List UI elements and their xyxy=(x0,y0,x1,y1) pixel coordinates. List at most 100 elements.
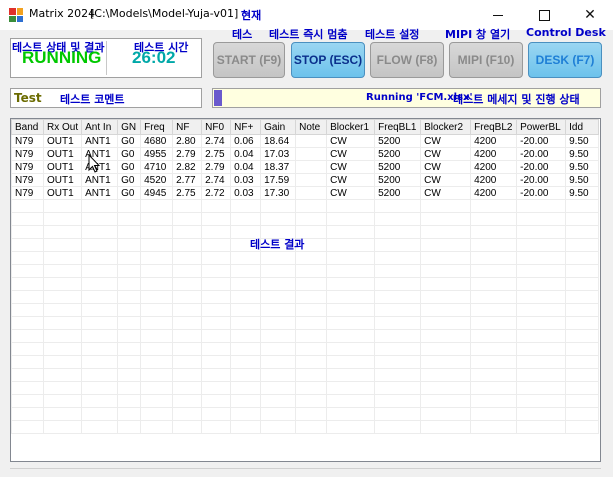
stop-button[interactable]: STOP (ESC) xyxy=(291,42,365,78)
empty-row xyxy=(11,316,600,330)
empty-row xyxy=(11,199,600,213)
empty-cell xyxy=(42,355,83,369)
empty-cell xyxy=(230,368,262,382)
mipi-button[interactable]: MIPI (F10) xyxy=(449,42,523,78)
empty-cell xyxy=(565,290,600,304)
table-cell: N79 xyxy=(11,173,44,187)
empty-cell xyxy=(140,329,174,343)
empty-cell xyxy=(374,342,422,356)
column-header[interactable]: NF xyxy=(172,119,203,135)
table-cell: 5200 xyxy=(374,186,422,200)
column-header[interactable]: NF0 xyxy=(201,119,232,135)
empty-cell xyxy=(260,199,297,213)
empty-cell xyxy=(81,199,119,213)
empty-cell xyxy=(260,264,297,278)
column-header[interactable]: Blocker1 xyxy=(326,119,376,135)
empty-cell xyxy=(201,342,232,356)
empty-cell xyxy=(140,303,174,317)
table-cell: -20.00 xyxy=(516,173,567,187)
column-header[interactable]: Note xyxy=(295,119,328,135)
empty-cell xyxy=(172,329,203,343)
empty-cell xyxy=(201,225,232,239)
empty-cell xyxy=(172,407,203,421)
table-cell: ANT1 xyxy=(81,186,119,200)
empty-cell xyxy=(326,277,376,291)
empty-cell xyxy=(295,212,328,226)
empty-cell xyxy=(42,420,83,434)
empty-cell xyxy=(326,329,376,343)
empty-cell xyxy=(230,394,262,408)
empty-cell xyxy=(81,394,119,408)
empty-cell xyxy=(117,407,142,421)
table-cell xyxy=(295,134,328,148)
table-cell: CW xyxy=(326,134,376,148)
empty-cell xyxy=(117,342,142,356)
column-header[interactable]: Band xyxy=(11,119,44,135)
empty-cell xyxy=(516,303,567,317)
column-header[interactable]: Gain xyxy=(260,119,297,135)
empty-cell xyxy=(172,342,203,356)
table-cell: 4710 xyxy=(140,160,174,174)
column-header[interactable]: FreqBL2 xyxy=(470,119,518,135)
column-header[interactable]: Rx Out xyxy=(42,119,83,135)
empty-cell xyxy=(374,238,422,252)
column-header[interactable]: Idd xyxy=(565,119,600,135)
start-button[interactable]: START (F9) xyxy=(213,42,285,78)
table-row[interactable]: N79 OUT1 ANT1 G0 4520 2.77 2.74 0.03 17.59 CW 5200… xyxy=(11,173,600,187)
table-cell: CW xyxy=(326,147,376,161)
empty-cell xyxy=(11,290,44,304)
empty-cell xyxy=(420,407,472,421)
empty-cell xyxy=(42,381,83,395)
table-cell: 5200 xyxy=(374,134,422,148)
table-cell: 9.50 xyxy=(565,147,600,161)
empty-cell xyxy=(42,394,83,408)
empty-cell xyxy=(230,264,262,278)
model-path: [C:\Models\Model-Yuja-v01] xyxy=(90,7,239,20)
table-row[interactable]: N79 OUT1 ANT1 G0 4680 2.80 2.74 0.06 18.64 CW 5200… xyxy=(11,134,600,148)
table-cell: 2.79 xyxy=(172,147,203,161)
table-cell: G0 xyxy=(117,134,142,148)
table-cell: CW xyxy=(326,173,376,187)
empty-cell xyxy=(326,394,376,408)
empty-cell xyxy=(260,212,297,226)
empty-cell xyxy=(260,303,297,317)
table-cell: N79 xyxy=(11,147,44,161)
empty-cell xyxy=(295,264,328,278)
empty-cell xyxy=(516,225,567,239)
column-header[interactable]: Ant In xyxy=(81,119,119,135)
empty-cell xyxy=(260,251,297,265)
desk-button[interactable]: DESK (F7) xyxy=(528,42,602,78)
empty-cell xyxy=(42,368,83,382)
column-header[interactable]: PowerBL xyxy=(516,119,567,135)
empty-cell xyxy=(140,238,174,252)
column-header[interactable]: Freq xyxy=(140,119,174,135)
empty-cell xyxy=(374,225,422,239)
column-header[interactable]: Blocker2 xyxy=(420,119,472,135)
empty-cell xyxy=(172,290,203,304)
empty-cell xyxy=(81,329,119,343)
empty-cell xyxy=(201,316,232,330)
empty-cell xyxy=(117,368,142,382)
empty-cell xyxy=(230,199,262,213)
empty-cell xyxy=(260,407,297,421)
empty-cell xyxy=(201,251,232,265)
empty-cell xyxy=(326,407,376,421)
empty-cell xyxy=(140,251,174,265)
empty-cell xyxy=(565,225,600,239)
flow-button[interactable]: FLOW (F8) xyxy=(370,42,444,78)
table-row[interactable]: N79 OUT1 ANT1 G0 4945 2.75 2.72 0.03 17.30 CW 5200… xyxy=(11,186,600,200)
test-stop-annotation: 테스트 즉시 멈춤 xyxy=(269,28,348,41)
column-header[interactable]: FreqBL1 xyxy=(374,119,422,135)
empty-cell xyxy=(260,290,297,304)
column-header[interactable]: NF+ xyxy=(230,119,262,135)
empty-cell xyxy=(295,277,328,291)
table-cell: 4200 xyxy=(470,186,518,200)
empty-cell xyxy=(140,342,174,356)
empty-cell xyxy=(420,290,472,304)
empty-cell xyxy=(565,199,600,213)
table-cell: 9.50 xyxy=(565,173,600,187)
column-header[interactable]: GN xyxy=(117,119,142,135)
empty-cell xyxy=(117,303,142,317)
empty-cell xyxy=(295,316,328,330)
test-annotation: 테스 xyxy=(232,28,253,41)
